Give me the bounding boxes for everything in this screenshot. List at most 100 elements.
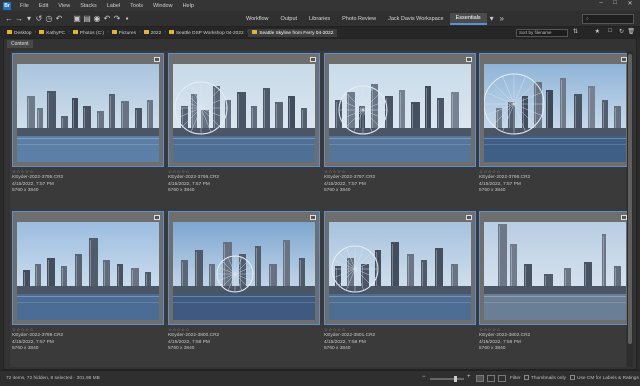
thumbnail-image[interactable] bbox=[329, 64, 471, 162]
menu-edit[interactable]: Edit bbox=[34, 3, 53, 9]
camera-download-icon[interactable]: ▣ bbox=[72, 14, 82, 23]
thumbnail-cell[interactable]: ☆☆☆☆☆ KEyder-2022-3802.CR2 4/15/2022, 7:59… bbox=[479, 211, 631, 367]
close-icon[interactable]: ✕ bbox=[623, 0, 637, 7]
thumbnail-cell[interactable]: ☆☆☆☆☆ KEyder-2022-3796.CR2 4/15/2022, 7:57… bbox=[168, 53, 320, 209]
new-folder-icon[interactable]: □ bbox=[608, 28, 612, 34]
filter-icon[interactable]: ★ bbox=[595, 28, 600, 35]
thumbnails-only-checkbox[interactable] bbox=[524, 375, 529, 380]
thumbnail-metadata: ☆☆☆☆☆ KEyder-2022-3797.CR2 4/15/2022, 7:57… bbox=[324, 169, 476, 195]
thumbnail-grid: ☆☆☆☆☆ KEyder-2022-3795.CR2 4/15/2022, 7:57… bbox=[10, 51, 631, 367]
thumbnail-cell[interactable]: ☆☆☆☆☆ KEyder-2022-3799.CR2 4/15/2022, 7:57… bbox=[12, 211, 164, 367]
zoom-out-icon[interactable]: − bbox=[422, 374, 426, 380]
search-input[interactable]: ⌕ bbox=[582, 14, 634, 24]
thumbnail-cell[interactable]: ☆☆☆☆☆ KEyder-2022-3798.CR2 4/15/2022, 7:57… bbox=[479, 53, 631, 209]
toolbar: ← → ▾ ↺ ◷ ↶ ▣ ▤ ◉ ↶ ↷ ▪ Workflow Output … bbox=[0, 11, 640, 27]
thumbnail-image[interactable] bbox=[484, 64, 626, 162]
forward-icon[interactable]: → bbox=[14, 14, 24, 23]
vertical-scrollbar[interactable] bbox=[627, 51, 633, 367]
thumbnail-frame[interactable] bbox=[12, 211, 164, 325]
workspace-jack-davis[interactable]: Jack Davis Workspace bbox=[382, 16, 450, 22]
use-cm-checkbox[interactable] bbox=[570, 375, 575, 380]
rotate-right-icon[interactable]: ↷ bbox=[112, 14, 122, 23]
zoom-in-icon[interactable]: + bbox=[467, 374, 471, 380]
thumbnail-image[interactable] bbox=[484, 222, 626, 320]
history-icon[interactable]: ▾ bbox=[24, 14, 34, 23]
thumbnail-frame[interactable] bbox=[479, 211, 631, 325]
content-panel: Content ☆☆☆☆☆ KEyder-2022-3795.CR2 4/15/20… bbox=[3, 38, 637, 370]
workspace-libraries[interactable]: Libraries bbox=[303, 16, 336, 22]
back-icon[interactable]: ← bbox=[4, 14, 14, 23]
delete-icon[interactable]: 🗑 bbox=[627, 28, 635, 35]
output-icon[interactable]: ▪ bbox=[122, 14, 132, 23]
menu-file[interactable]: File bbox=[15, 3, 34, 9]
breadcrumb-pictures[interactable]: Pictures bbox=[109, 29, 139, 36]
folder-icon bbox=[7, 29, 12, 34]
sort-dropdown[interactable]: Sort by filename bbox=[516, 29, 568, 37]
thumbnail-image[interactable] bbox=[329, 222, 471, 320]
menu-help[interactable]: Help bbox=[178, 3, 199, 9]
thumbnail-metadata: ☆☆☆☆☆ KEyder-2022-3801.CR2 4/15/2022, 7:58… bbox=[324, 327, 476, 353]
grid-view-button[interactable] bbox=[476, 375, 484, 382]
details-view-button[interactable] bbox=[487, 375, 495, 382]
open-camera-raw-icon[interactable]: ◉ bbox=[92, 14, 102, 23]
rotate-icon[interactable]: ↻ bbox=[619, 28, 624, 35]
thumbnail-cell[interactable]: ☆☆☆☆☆ KEyder-2022-3795.CR2 4/15/2022, 7:57… bbox=[12, 53, 164, 209]
thumbnail-image[interactable] bbox=[173, 222, 315, 320]
breadcrumb-current[interactable]: Seattle Skyline from Ferry 04-2022 bbox=[248, 28, 338, 37]
thumbnail-metadata: ☆☆☆☆☆ KEyder-2022-3798.CR2 4/15/2022, 7:57… bbox=[479, 169, 631, 195]
thumbnail-frame[interactable] bbox=[168, 53, 320, 167]
thumbnail-cell[interactable]: ☆☆☆☆☆ KEyder-2022-3801.CR2 4/15/2022, 7:58… bbox=[324, 211, 476, 367]
thumbnail-dimensions: 5760 x 3840 bbox=[168, 188, 195, 194]
recent-icon[interactable]: ◷ bbox=[44, 14, 54, 23]
workspace-essentials[interactable]: Essentials bbox=[449, 12, 487, 25]
thumbnail-metadata: ☆☆☆☆☆ KEyder-2022-3799.CR2 4/15/2022, 7:57… bbox=[12, 327, 164, 353]
thumbnail-image[interactable] bbox=[17, 64, 159, 162]
thumbnail-image[interactable] bbox=[173, 64, 315, 162]
folder-icon bbox=[252, 29, 258, 34]
edit-badge-icon bbox=[466, 215, 472, 220]
menu-window[interactable]: Window bbox=[148, 3, 178, 9]
workspace-overflow-icon[interactable]: » bbox=[497, 14, 507, 23]
tab-content[interactable]: Content bbox=[7, 40, 33, 48]
list-view-button[interactable] bbox=[498, 375, 506, 382]
breadcrumb-photos[interactable]: Photos (C:) bbox=[70, 29, 107, 36]
minimize-icon[interactable]: – bbox=[594, 0, 608, 6]
sort-direction-icon[interactable]: ⇅ bbox=[573, 28, 578, 35]
workspace-photo-review[interactable]: Photo Review bbox=[336, 16, 382, 22]
menu-label[interactable]: Label bbox=[102, 3, 125, 9]
workspace-workflow[interactable]: Workflow bbox=[240, 16, 275, 22]
workspace-menu-icon[interactable]: ▾ bbox=[487, 14, 497, 23]
thumbnail-dimensions: 5760 x 3840 bbox=[324, 188, 351, 194]
thumbnail-size-slider[interactable] bbox=[430, 376, 464, 382]
menu-stacks[interactable]: Stacks bbox=[75, 3, 102, 9]
thumbnail-frame[interactable] bbox=[12, 53, 164, 167]
thumbnail-frame[interactable] bbox=[324, 53, 476, 167]
thumbnail-image[interactable] bbox=[17, 222, 159, 320]
breadcrumb-2022[interactable]: 2022 bbox=[141, 29, 165, 36]
rotate-left-icon[interactable]: ↶ bbox=[102, 14, 112, 23]
thumbnail-frame[interactable] bbox=[479, 53, 631, 167]
breadcrumb-kathypc[interactable]: KathyPC bbox=[36, 29, 68, 36]
slider-knob[interactable] bbox=[454, 376, 457, 382]
thumbnail-dimensions: 5760 x 3840 bbox=[12, 346, 39, 352]
refine-icon[interactable]: ▤ bbox=[82, 14, 92, 23]
thumbnail-dimensions: 5760 x 3840 bbox=[12, 188, 39, 194]
workspace-output[interactable]: Output bbox=[275, 16, 304, 22]
breadcrumb-workshop[interactable]: Seattle DSP Workshop 04-2022 bbox=[166, 29, 247, 36]
folder-icon bbox=[143, 29, 149, 34]
menu-view[interactable]: View bbox=[53, 3, 75, 9]
scrollbar-thumb[interactable] bbox=[628, 54, 632, 344]
edit-badge-icon bbox=[466, 57, 472, 62]
maximize-icon[interactable]: □ bbox=[608, 0, 622, 6]
thumbnail-cell[interactable]: ☆☆☆☆☆ KEyder-2022-3797.CR2 4/15/2022, 7:57… bbox=[324, 53, 476, 209]
edit-badge-icon bbox=[310, 215, 316, 220]
thumbnail-cell[interactable]: ☆☆☆☆☆ KEyder-2022-3800.CR2 4/15/2022, 7:58… bbox=[168, 211, 320, 367]
breadcrumb-desktop[interactable]: Desktop bbox=[4, 29, 35, 36]
thumbnail-frame[interactable] bbox=[324, 211, 476, 325]
parent-folder-icon[interactable]: ↺ bbox=[34, 14, 44, 23]
filter-label: Filter bbox=[510, 376, 521, 381]
menu-tools[interactable]: Tools bbox=[125, 3, 148, 9]
boomerang-icon[interactable]: ↶ bbox=[54, 14, 64, 23]
thumbnail-frame[interactable] bbox=[168, 211, 320, 325]
thumbnails-only-label: Thumbnails only bbox=[531, 376, 566, 381]
